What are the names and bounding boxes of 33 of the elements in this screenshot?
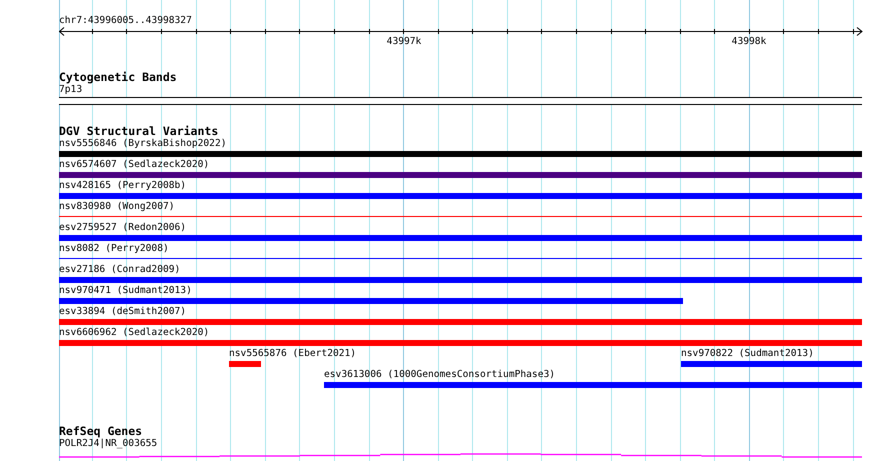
gene-line[interactable] [59, 453, 862, 458]
track-title: Cytogenetic Bands [59, 71, 177, 83]
feature-label[interactable]: nsv970471 (Sudmant2013) [59, 285, 192, 297]
variant-bar[interactable] [59, 277, 862, 283]
variant-bar[interactable] [59, 172, 862, 178]
feature-label[interactable]: nsv5565876 (Ebert2021) [229, 348, 356, 360]
variant-bar[interactable] [59, 193, 862, 199]
track-title: DGV Structural Variants [59, 125, 218, 137]
variant-bar[interactable] [324, 382, 862, 388]
feature-label[interactable]: nsv8082 (Perry2008) [59, 243, 169, 255]
variant-bar[interactable] [59, 151, 862, 157]
feature-label[interactable]: 7p13 [59, 84, 82, 96]
feature-label[interactable]: esv33894 (deSmith2007) [59, 306, 186, 318]
variant-bar[interactable] [59, 340, 862, 346]
variant-bar[interactable] [59, 298, 683, 304]
feature-label[interactable]: esv27186 (Conrad2009) [59, 264, 180, 276]
track-title: RefSeq Genes [59, 425, 142, 437]
feature-label[interactable]: esv3613006 (1000GenomesConsortiumPhase3) [324, 369, 556, 381]
variant-bar[interactable] [59, 319, 862, 325]
variant-bar[interactable] [59, 235, 862, 241]
feature-label[interactable]: nsv5556846 (ByrskaBishop2022) [59, 138, 227, 150]
feature-label[interactable]: nsv6606962 (Sedlazeck2020) [59, 327, 210, 339]
tick-label: 43997k [386, 36, 422, 48]
feature-label[interactable]: nsv970822 (Sudmant2013) [681, 348, 814, 360]
tick-label: 43998k [732, 36, 766, 48]
variant-bar[interactable] [229, 361, 261, 367]
variant-bar[interactable] [681, 361, 862, 367]
feature-label[interactable]: POLR2J4|NR_003655 [59, 438, 158, 450]
feature-label[interactable]: nsv830980 (Wong2007) [59, 201, 175, 213]
feature-label[interactable]: esv2759527 (Redon2006) [59, 222, 186, 234]
region-label: chr7:43996005..43998327 [59, 15, 192, 27]
feature-label[interactable]: nsv6574607 (Sedlazeck2020) [59, 159, 210, 171]
feature-label[interactable]: nsv428165 (Perry2008b) [59, 180, 186, 192]
